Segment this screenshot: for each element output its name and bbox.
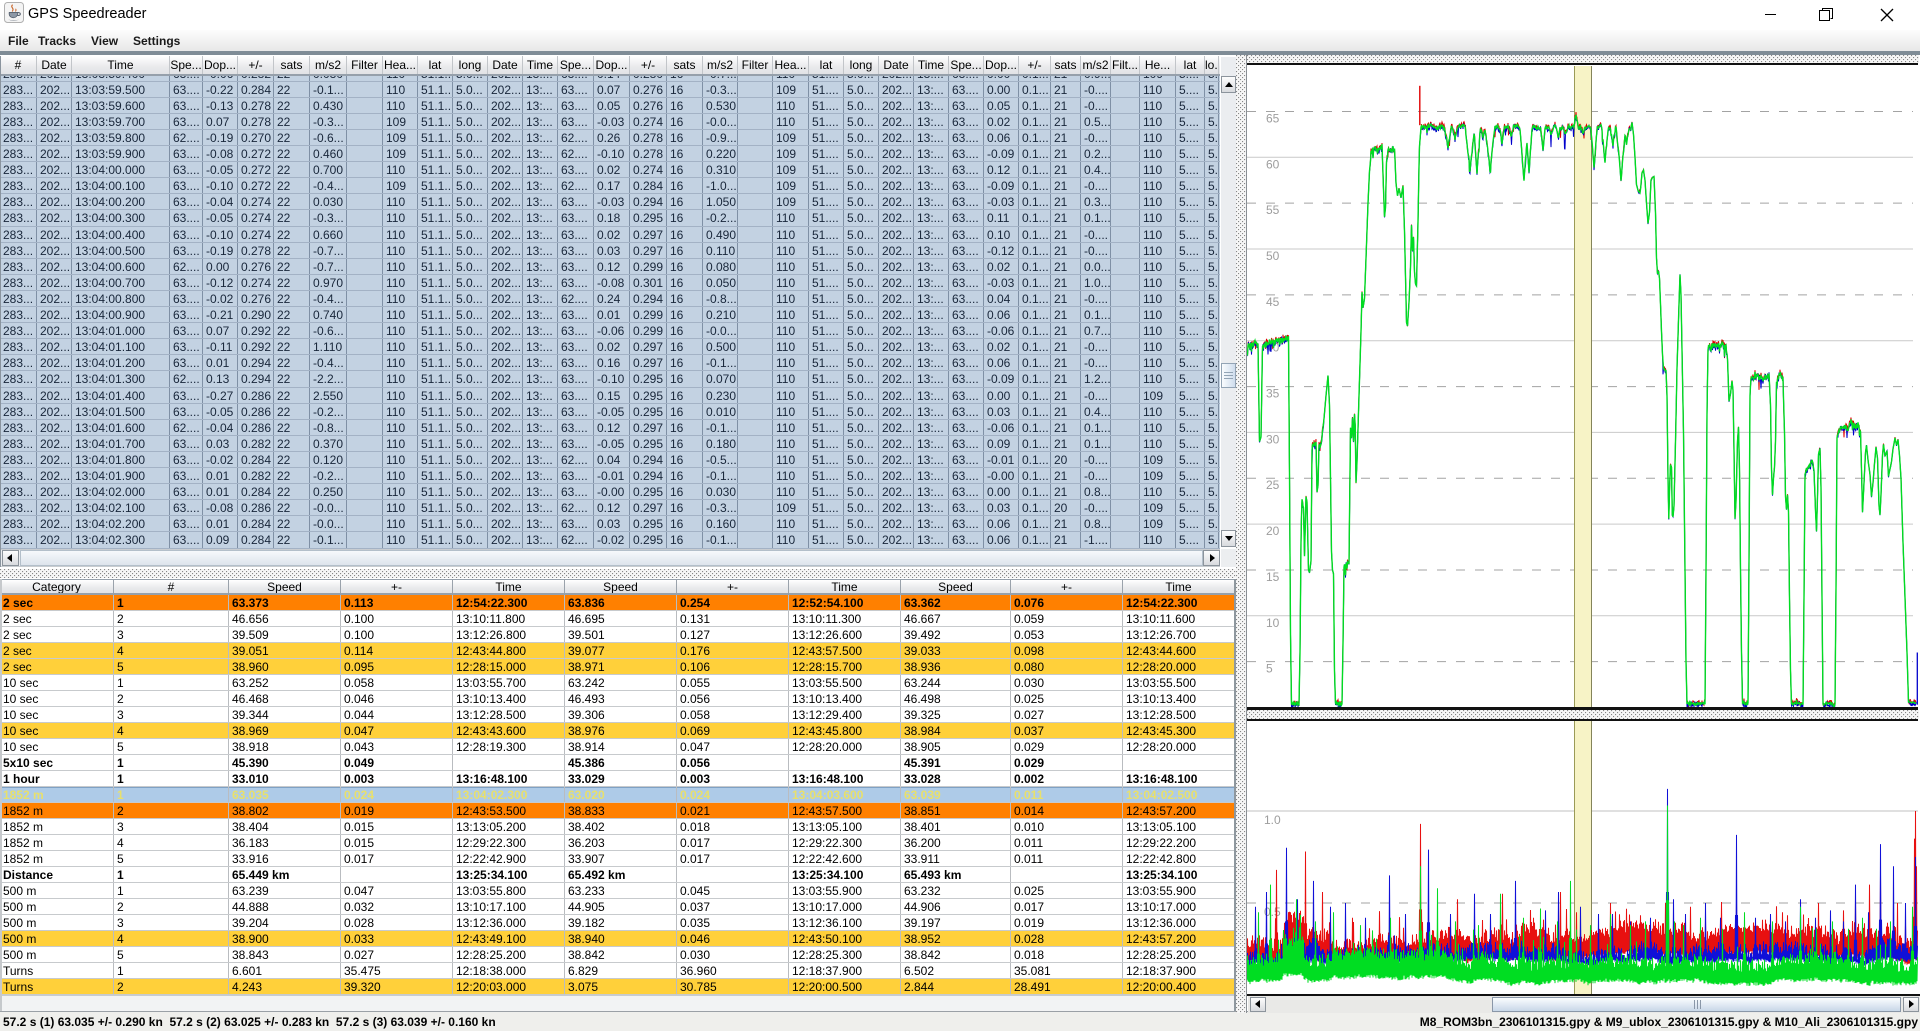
svg-text:20: 20	[1266, 524, 1280, 538]
svg-text:45: 45	[1266, 295, 1280, 309]
svg-text:10: 10	[1266, 616, 1280, 630]
svg-text:60: 60	[1266, 157, 1280, 171]
svg-text:55: 55	[1266, 203, 1280, 217]
svg-text:65: 65	[1266, 112, 1280, 126]
svg-text:5: 5	[1266, 662, 1273, 676]
svg-text:25: 25	[1266, 478, 1280, 492]
svg-text:1.0: 1.0	[1264, 813, 1281, 827]
svg-text:50: 50	[1266, 249, 1280, 263]
svg-text:30: 30	[1266, 432, 1280, 446]
svg-text:35: 35	[1266, 387, 1280, 401]
svg-text:15: 15	[1266, 570, 1280, 584]
